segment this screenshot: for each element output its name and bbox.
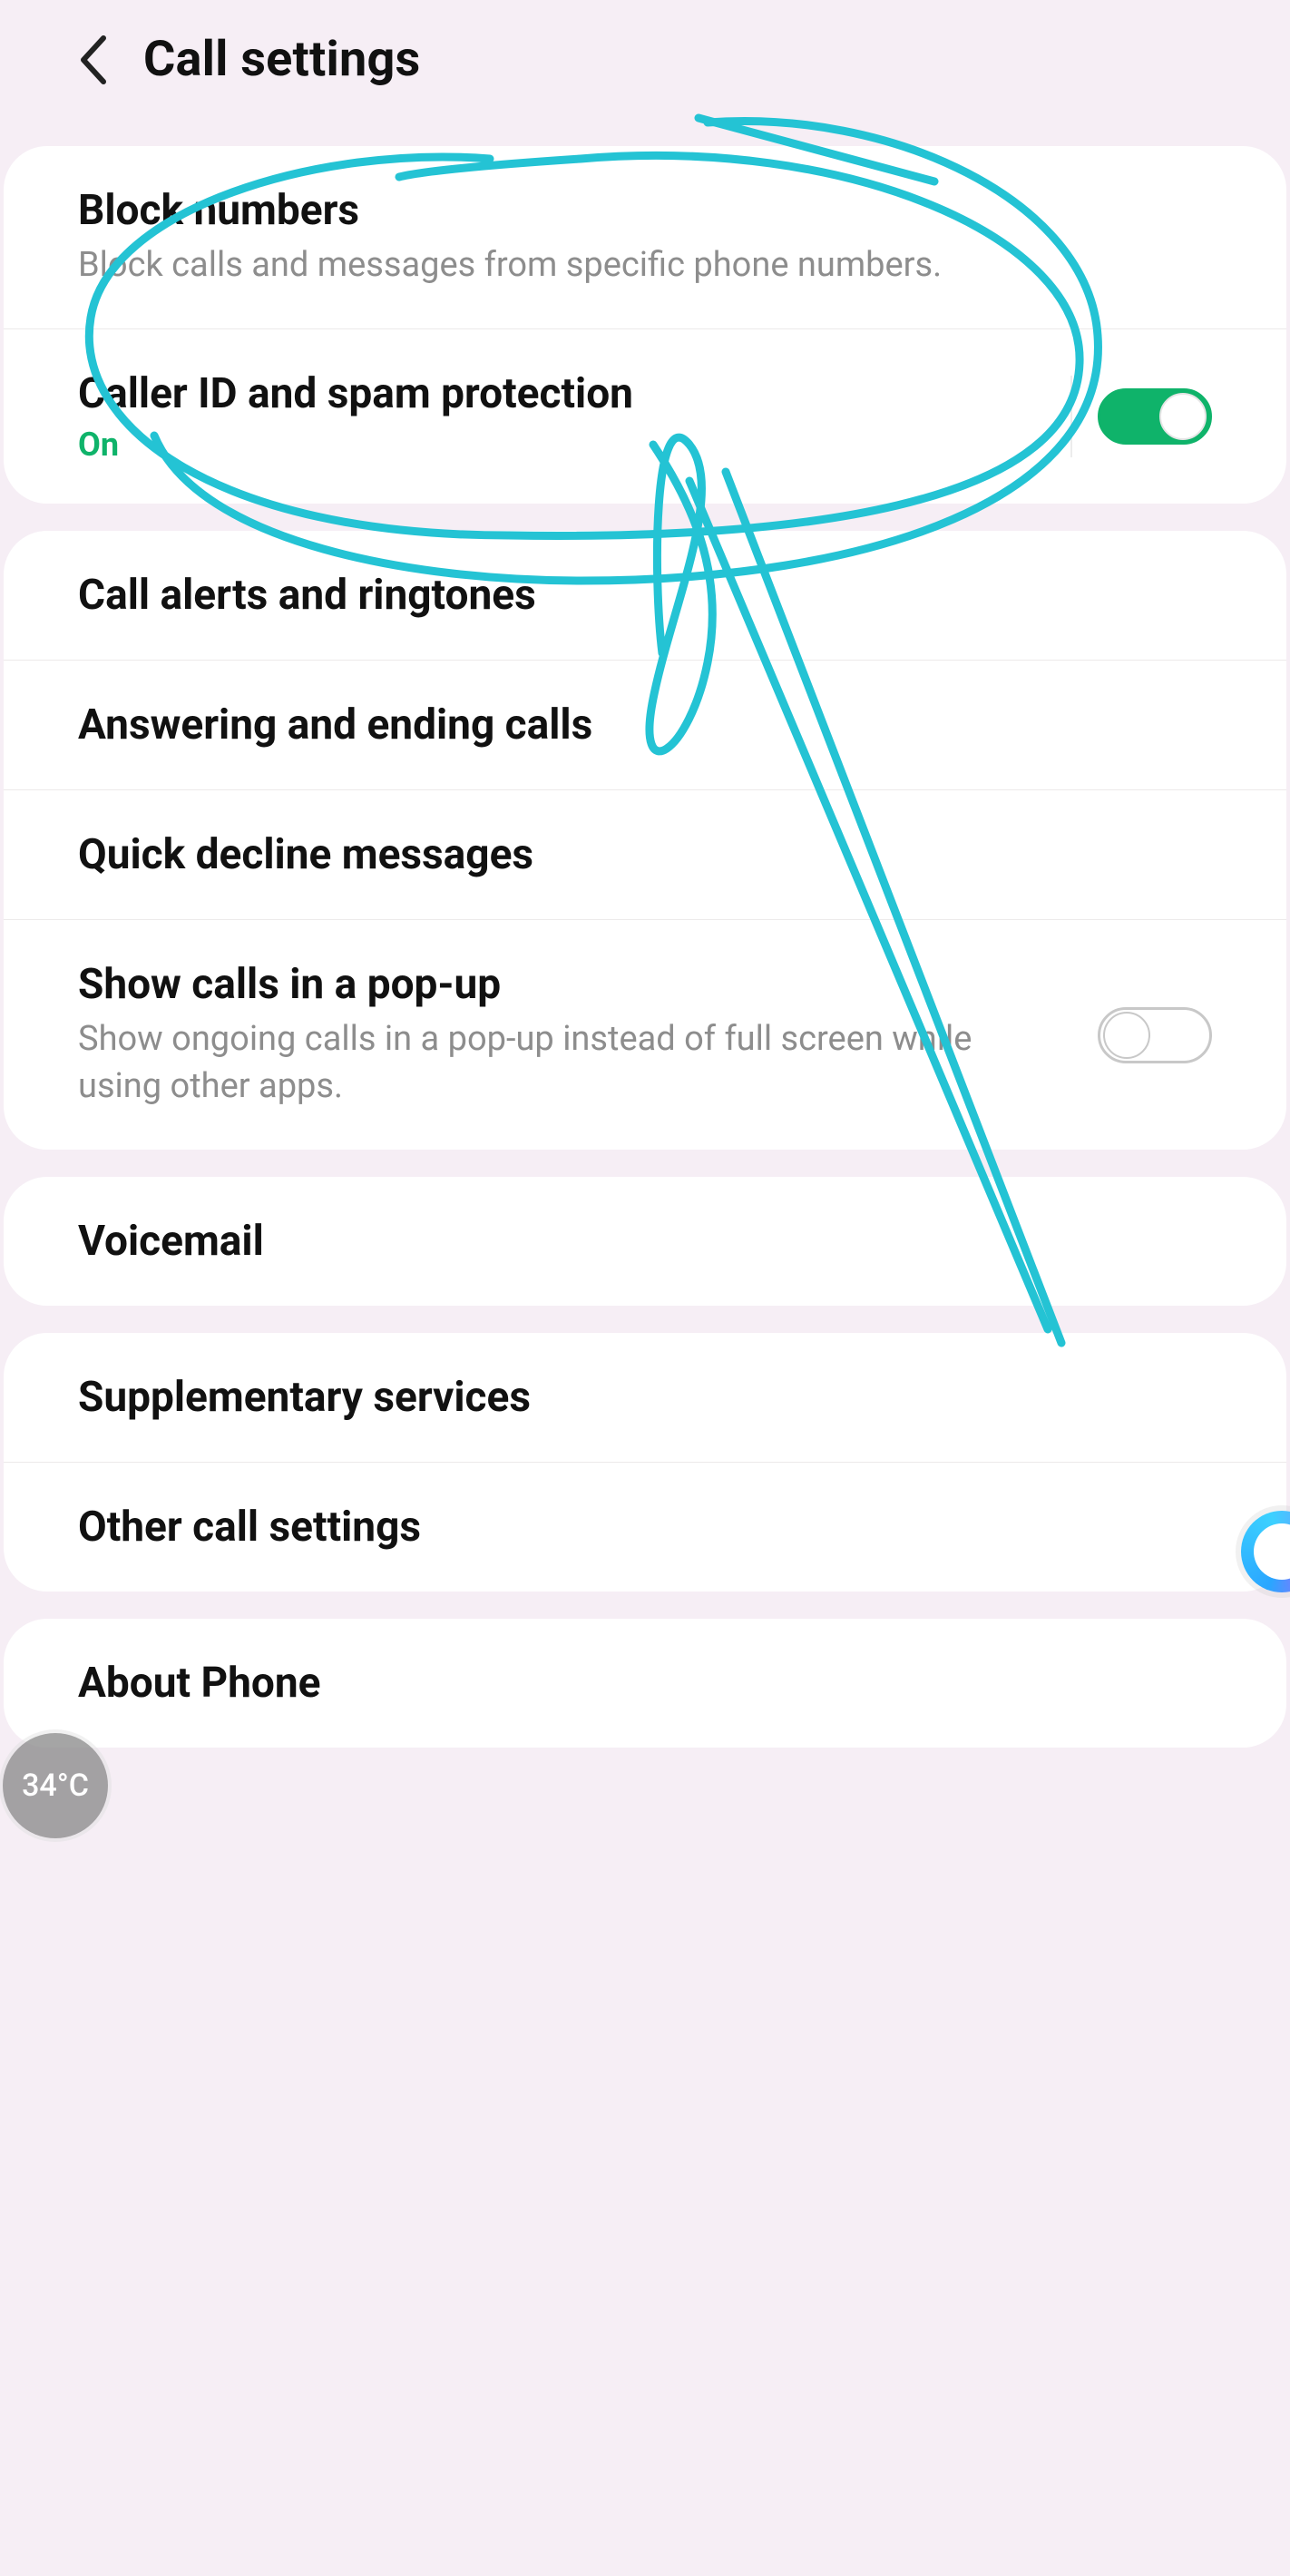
answering-title: Answering and ending calls bbox=[78, 700, 1212, 749]
caller-id-toggle[interactable] bbox=[1098, 388, 1212, 445]
caller-id-title: Caller ID and spam protection bbox=[78, 369, 1034, 418]
popup-title: Show calls in a pop-up bbox=[78, 960, 1061, 1009]
quick-decline-title: Quick decline messages bbox=[78, 830, 1212, 879]
row-caller-id[interactable]: Caller ID and spam protection On bbox=[4, 328, 1286, 504]
row-other-settings[interactable]: Other call settings bbox=[4, 1462, 1286, 1592]
other-settings-title: Other call settings bbox=[78, 1503, 1212, 1552]
block-numbers-subtitle: Block calls and messages from specific p… bbox=[78, 242, 994, 289]
call-alerts-title: Call alerts and ringtones bbox=[78, 571, 1212, 620]
settings-card-3: Voicemail bbox=[4, 1177, 1286, 1306]
popup-toggle[interactable] bbox=[1098, 1007, 1212, 1063]
back-icon[interactable] bbox=[76, 34, 112, 85]
temperature-badge[interactable]: 34°C bbox=[3, 1733, 108, 1838]
settings-card-4: Supplementary services Other call settin… bbox=[4, 1333, 1286, 1592]
row-popup[interactable]: Show calls in a pop-up Show ongoing call… bbox=[4, 919, 1286, 1150]
row-call-alerts[interactable]: Call alerts and ringtones bbox=[4, 531, 1286, 660]
settings-card-5: About Phone bbox=[4, 1619, 1286, 1748]
header-bar: Call settings bbox=[0, 0, 1290, 119]
caller-id-toggle-wrap bbox=[1070, 376, 1212, 457]
about-phone-title: About Phone bbox=[78, 1659, 1212, 1708]
settings-card-2: Call alerts and ringtones Answering and … bbox=[4, 531, 1286, 1150]
caller-id-status: On bbox=[78, 426, 1034, 464]
voicemail-title: Voicemail bbox=[78, 1217, 1212, 1266]
row-about-phone[interactable]: About Phone bbox=[4, 1619, 1286, 1748]
row-block-numbers[interactable]: Block numbers Block calls and messages f… bbox=[4, 146, 1286, 328]
block-numbers-title: Block numbers bbox=[78, 186, 1212, 235]
settings-card-1: Block numbers Block calls and messages f… bbox=[4, 146, 1286, 504]
popup-subtitle: Show ongoing calls in a pop-up instead o… bbox=[78, 1016, 994, 1110]
page-title: Call settings bbox=[143, 31, 420, 88]
row-voicemail[interactable]: Voicemail bbox=[4, 1177, 1286, 1306]
supplementary-title: Supplementary services bbox=[78, 1373, 1212, 1422]
row-answering[interactable]: Answering and ending calls bbox=[4, 660, 1286, 789]
row-quick-decline[interactable]: Quick decline messages bbox=[4, 789, 1286, 919]
row-supplementary[interactable]: Supplementary services bbox=[4, 1333, 1286, 1462]
